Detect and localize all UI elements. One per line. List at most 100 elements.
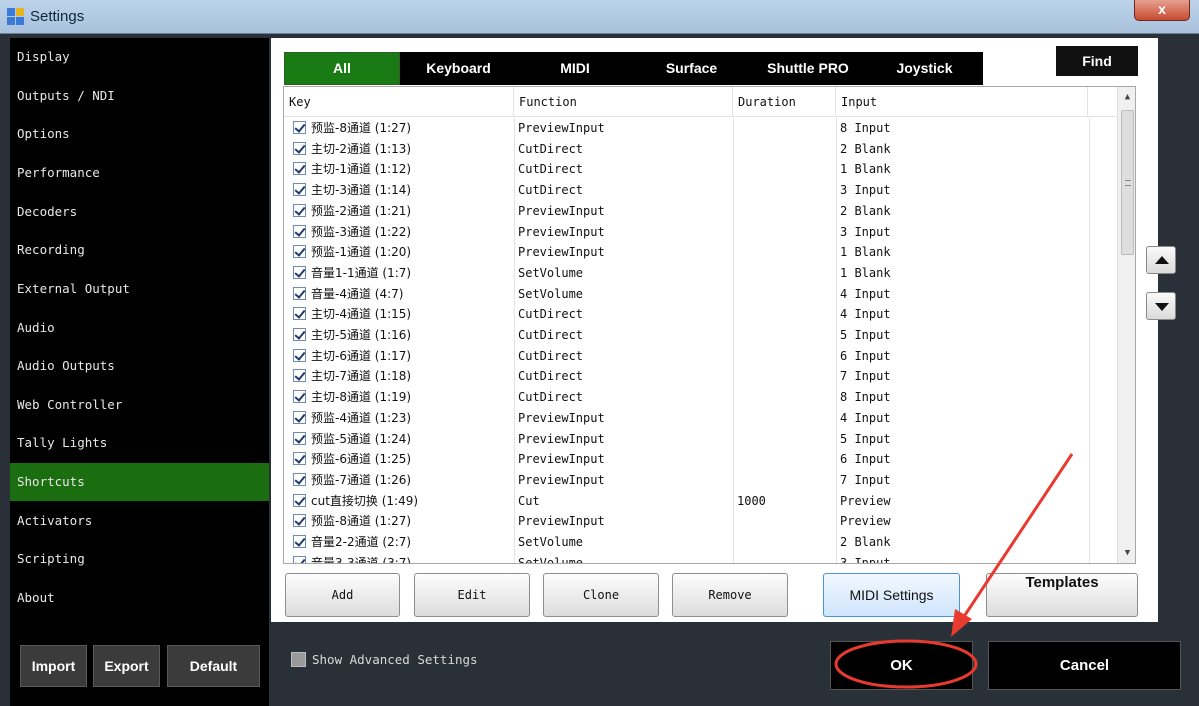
show-advanced-settings[interactable]: Show Advanced Settings <box>291 652 478 667</box>
enabled-checkbox[interactable] <box>293 369 306 383</box>
advanced-checkbox[interactable] <box>291 652 306 667</box>
tab-keyboard[interactable]: Keyboard <box>400 52 517 85</box>
sidebar-item-audio-outputs[interactable]: Audio Outputs <box>10 347 269 385</box>
column-header-key[interactable]: Key <box>284 87 514 117</box>
enabled-checkbox[interactable] <box>293 472 306 486</box>
sidebar-item-shortcuts[interactable]: Shortcuts <box>10 463 269 501</box>
sidebar-item-performance[interactable]: Performance <box>10 154 269 192</box>
table-row[interactable]: 预监-5通道 (1:24) PreviewInput 5 Input <box>284 429 1117 450</box>
table-row[interactable]: 预监-1通道 (1:20) PreviewInput 1 Blank <box>284 242 1117 263</box>
export-button[interactable]: Export <box>93 645 160 687</box>
sidebar-item-options[interactable]: Options <box>10 115 269 153</box>
table-row[interactable]: cut直接切换 (1:49) Cut 1000 Preview <box>284 491 1117 512</box>
sidebar-item-audio[interactable]: Audio <box>10 309 269 347</box>
window-title: Settings <box>30 8 85 25</box>
enabled-checkbox[interactable] <box>293 555 306 563</box>
import-button[interactable]: Import <box>20 645 87 687</box>
clone-button[interactable]: Clone <box>543 573 659 617</box>
edit-button[interactable]: Edit <box>414 573 530 617</box>
sidebar-item-decoders[interactable]: Decoders <box>10 193 269 231</box>
column-header-duration[interactable]: Duration <box>733 87 836 117</box>
table-row[interactable]: 主切-4通道 (1:15) CutDirect 4 Input <box>284 304 1117 325</box>
tab-shuttle-pro[interactable]: Shuttle PRO <box>750 52 866 85</box>
sidebar-item-external-output[interactable]: External Output <box>10 270 269 308</box>
table-row[interactable]: 预监-8通道 (1:27) PreviewInput Preview <box>284 511 1117 532</box>
enabled-checkbox[interactable] <box>293 203 306 217</box>
column-header-input[interactable]: Input <box>836 87 1088 117</box>
sidebar-item-display[interactable]: Display <box>10 38 269 76</box>
add-button[interactable]: Add <box>285 573 400 617</box>
tab-surface[interactable]: Surface <box>633 52 750 85</box>
move-up-button[interactable] <box>1146 246 1176 274</box>
table-row[interactable]: 主切-1通道 (1:12) CutDirect 1 Blank <box>284 159 1117 180</box>
duration-cell <box>737 470 837 491</box>
function-cell: PreviewInput <box>518 203 605 218</box>
table-row[interactable]: 音量2-2通道 (2:7) SetVolume 2 Blank <box>284 532 1117 553</box>
table-row[interactable]: 预监-2通道 (1:21) PreviewInput 2 Blank <box>284 201 1117 222</box>
function-cell: CutDirect <box>518 183 584 198</box>
sidebar-item-about[interactable]: About <box>10 579 269 617</box>
input-cell: 4 Input <box>840 307 891 322</box>
find-button[interactable]: Find <box>1056 46 1138 76</box>
sidebar-item-activators[interactable]: Activators <box>10 502 269 540</box>
enabled-checkbox[interactable] <box>293 514 306 528</box>
sidebar-item-recording[interactable]: Recording <box>10 231 269 269</box>
scrollbar-thumb[interactable] <box>1121 110 1134 255</box>
enabled-checkbox[interactable] <box>293 348 306 362</box>
enabled-checkbox[interactable] <box>293 410 306 424</box>
cancel-button[interactable]: Cancel <box>988 641 1181 690</box>
table-row[interactable]: 音量3-3通道 (3:7) SetVolume 3 Input <box>284 553 1117 563</box>
enabled-checkbox[interactable] <box>293 286 306 300</box>
sidebar-item-scripting[interactable]: Scripting <box>10 540 269 578</box>
key-label: 预监-8通道 (1:27) <box>311 121 412 135</box>
scroll-up-icon[interactable]: ▲ <box>1118 89 1135 105</box>
tab-all[interactable]: All <box>284 52 400 85</box>
default-button[interactable]: Default <box>167 645 260 687</box>
enabled-checkbox[interactable] <box>293 452 306 466</box>
scroll-down-icon[interactable]: ▼ <box>1118 545 1135 561</box>
enabled-checkbox[interactable] <box>293 245 306 259</box>
table-row[interactable]: 预监-7通道 (1:26) PreviewInput 7 Input <box>284 470 1117 491</box>
midi-settings-button[interactable]: MIDI Settings <box>823 573 960 617</box>
enabled-checkbox[interactable] <box>293 183 306 197</box>
sidebar-item-tally-lights[interactable]: Tally Lights <box>10 424 269 462</box>
enabled-checkbox[interactable] <box>293 265 306 279</box>
enabled-checkbox[interactable] <box>293 431 306 445</box>
close-button[interactable]: x <box>1134 0 1190 21</box>
tab-midi[interactable]: MIDI <box>517 52 633 85</box>
table-row[interactable]: 主切-6通道 (1:17) CutDirect 6 Input <box>284 346 1117 367</box>
remove-button[interactable]: Remove <box>672 573 788 617</box>
enabled-checkbox[interactable] <box>293 307 306 321</box>
enabled-checkbox[interactable] <box>293 162 306 176</box>
table-row[interactable]: 预监-8通道 (1:27) PreviewInput 8 Input <box>284 118 1117 139</box>
table-row[interactable]: 主切-5通道 (1:16) CutDirect 5 Input <box>284 325 1117 346</box>
enabled-checkbox[interactable] <box>293 493 306 507</box>
table-row[interactable]: 音量1-1通道 (1:7) SetVolume 1 Blank <box>284 263 1117 284</box>
column-header-function[interactable]: Function <box>514 87 733 117</box>
sidebar-item-outputs-ndi[interactable]: Outputs / NDI <box>10 77 269 115</box>
sidebar-item-web-controller[interactable]: Web Controller <box>10 386 269 424</box>
enabled-checkbox[interactable] <box>293 224 306 238</box>
move-down-button[interactable] <box>1146 292 1176 320</box>
duration-cell <box>737 553 837 563</box>
enabled-checkbox[interactable] <box>293 390 306 404</box>
table-row[interactable]: 主切-3通道 (1:14) CutDirect 3 Input <box>284 180 1117 201</box>
enabled-checkbox[interactable] <box>293 141 306 155</box>
input-cell: 1 Blank <box>840 245 891 260</box>
table-row[interactable]: 主切-8通道 (1:19) CutDirect 8 Input <box>284 387 1117 408</box>
enabled-checkbox[interactable] <box>293 535 306 548</box>
enabled-checkbox[interactable] <box>293 328 306 341</box>
ok-button[interactable]: OK <box>830 641 973 690</box>
table-row[interactable]: 主切-2通道 (1:13) CutDirect 2 Blank <box>284 139 1117 160</box>
templates-button[interactable]: Templates <box>986 573 1138 617</box>
table-row[interactable]: 预监-3通道 (1:22) PreviewInput 3 Input <box>284 222 1117 243</box>
tab-joystick[interactable]: Joystick <box>866 52 983 85</box>
enabled-checkbox[interactable] <box>293 121 306 134</box>
table-row[interactable]: 音量-4通道 (4:7) SetVolume 4 Input <box>284 284 1117 305</box>
key-cell: 主切-2通道 (1:13) <box>293 139 518 160</box>
table-row[interactable]: 预监-4通道 (1:23) PreviewInput 4 Input <box>284 408 1117 429</box>
table-row[interactable]: 预监-6通道 (1:25) PreviewInput 6 Input <box>284 449 1117 470</box>
key-cell: cut直接切换 (1:49) <box>293 491 518 512</box>
vertical-scrollbar[interactable]: ▲ ▼ <box>1117 87 1135 563</box>
table-row[interactable]: 主切-7通道 (1:18) CutDirect 7 Input <box>284 366 1117 387</box>
